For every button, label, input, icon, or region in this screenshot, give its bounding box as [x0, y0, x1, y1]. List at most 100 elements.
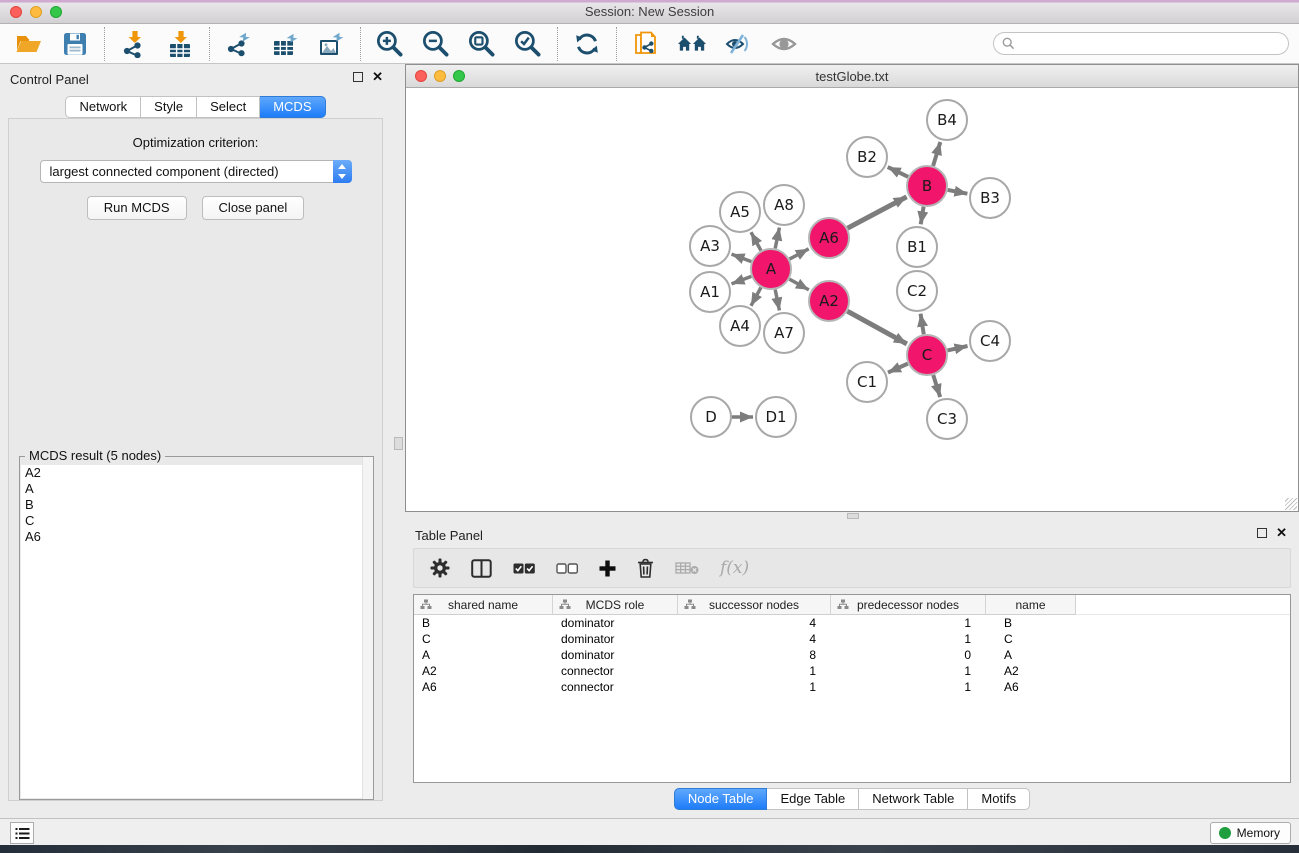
graph-edge-A6-B[interactable]	[848, 197, 907, 228]
network-canvas[interactable]: B4B2BB3A8A5A6A3B1AA1C2A2A4A7C4CC1DD1C3	[406, 88, 1298, 511]
import-table-icon[interactable]	[165, 29, 195, 59]
table-row[interactable]: Bdominator41B	[414, 615, 1290, 631]
graph-edge-A-A1[interactable]	[732, 276, 752, 283]
graph-edge-A-A5[interactable]	[751, 232, 761, 250]
function-builder-icon[interactable]: f(x)	[720, 558, 749, 578]
graph-edge-A-A3[interactable]	[732, 254, 752, 261]
cell-MCDS-role[interactable]: dominator	[553, 647, 678, 663]
table-row[interactable]: Cdominator41C	[414, 631, 1290, 647]
cell-MCDS-role[interactable]: dominator	[553, 631, 678, 647]
export-network-icon[interactable]	[224, 29, 254, 59]
cell-predecessor-nodes[interactable]: 1	[831, 615, 986, 631]
cell-shared-name[interactable]: A2	[414, 663, 553, 679]
save-session-icon[interactable]	[60, 29, 90, 59]
tab-style[interactable]: Style	[141, 96, 197, 118]
zoom-out-icon[interactable]	[421, 29, 451, 59]
result-item-B[interactable]: B	[21, 497, 372, 513]
tab-node-table[interactable]: Node Table	[674, 788, 768, 810]
run-mcds-button[interactable]: Run MCDS	[87, 196, 187, 220]
export-table-icon[interactable]	[270, 29, 300, 59]
network-window-titlebar[interactable]: testGlobe.txt	[406, 65, 1298, 88]
window-resize-grip[interactable]	[1285, 498, 1297, 510]
tab-network[interactable]: Network	[65, 96, 141, 118]
float-table-panel-icon[interactable]	[1257, 528, 1267, 538]
hide-graphics-details-icon[interactable]	[723, 29, 753, 59]
open-file-icon[interactable]	[14, 29, 44, 59]
search-box[interactable]	[993, 32, 1289, 55]
cell-predecessor-nodes[interactable]: 1	[831, 679, 986, 695]
vertical-split-handle[interactable]	[394, 437, 403, 450]
select-all-checkboxes-icon[interactable]	[513, 563, 535, 574]
tab-select[interactable]: Select	[197, 96, 260, 118]
zoom-fit-icon[interactable]	[467, 29, 497, 59]
result-item-C[interactable]: C	[21, 513, 372, 529]
cell-successor-nodes[interactable]: 1	[678, 663, 831, 679]
memory-button[interactable]: Memory	[1210, 822, 1291, 844]
table-row[interactable]: A2connector11A2	[414, 663, 1290, 679]
cell-name[interactable]: C	[986, 631, 1076, 647]
graph-edge-A-A2[interactable]	[789, 279, 808, 290]
result-scrollbar[interactable]	[362, 457, 373, 799]
column-browser-icon[interactable]	[471, 559, 492, 578]
horizontal-split-handle[interactable]	[847, 513, 859, 519]
zoom-in-icon[interactable]	[375, 29, 405, 59]
delete-column-icon[interactable]	[637, 558, 654, 578]
delete-table-icon[interactable]	[675, 561, 699, 575]
graph-edge-C-C2[interactable]	[921, 314, 924, 335]
search-input[interactable]	[1020, 37, 1280, 51]
graph-edge-C-C1[interactable]	[888, 364, 908, 373]
cell-name[interactable]: A6	[986, 679, 1076, 695]
graph-edge-B-B1[interactable]	[921, 207, 924, 225]
tab-network-table[interactable]: Network Table	[859, 788, 968, 810]
close-table-panel-icon[interactable]: ✕	[1276, 528, 1287, 538]
mcds-result-list[interactable]: A2ABCA6	[21, 465, 372, 798]
tab-motifs[interactable]: Motifs	[968, 788, 1030, 810]
cell-successor-nodes[interactable]: 8	[678, 647, 831, 663]
column-header-name[interactable]: name	[986, 595, 1076, 615]
tab-mcds[interactable]: MCDS	[260, 96, 325, 118]
graph-edge-A-A8[interactable]	[775, 228, 779, 249]
close-panel-icon[interactable]: ✕	[372, 72, 383, 82]
cell-name[interactable]: A	[986, 647, 1076, 663]
graph-edge-A2-C[interactable]	[847, 311, 906, 344]
result-item-A[interactable]: A	[21, 481, 372, 497]
export-image-icon[interactable]	[316, 29, 346, 59]
refresh-icon[interactable]	[572, 29, 602, 59]
cell-shared-name[interactable]: B	[414, 615, 553, 631]
cell-shared-name[interactable]: A6	[414, 679, 553, 695]
column-header-MCDS-role[interactable]: MCDS role	[553, 595, 678, 615]
graph-edge-B-B3[interactable]	[948, 190, 968, 194]
table-row[interactable]: Adominator80A	[414, 647, 1290, 663]
graph-edge-A-A6[interactable]	[790, 249, 809, 259]
cell-MCDS-role[interactable]: connector	[553, 679, 678, 695]
close-panel-button[interactable]: Close panel	[202, 196, 305, 220]
graph-edge-B-B2[interactable]	[888, 167, 908, 177]
table-row[interactable]: A6connector11A6	[414, 679, 1290, 695]
cell-successor-nodes[interactable]: 4	[678, 615, 831, 631]
tab-edge-table[interactable]: Edge Table	[767, 788, 859, 810]
cell-name[interactable]: B	[986, 615, 1076, 631]
zoom-selected-icon[interactable]	[513, 29, 543, 59]
cell-shared-name[interactable]: C	[414, 631, 553, 647]
graph-edge-B-B4[interactable]	[933, 142, 940, 166]
optimization-criterion-dropdown[interactable]: largest connected component (directed)	[40, 160, 352, 183]
task-history-button[interactable]	[10, 822, 34, 844]
result-item-A6[interactable]: A6	[21, 529, 372, 545]
table-options-gear-icon[interactable]	[430, 558, 450, 578]
cell-name[interactable]: A2	[986, 663, 1076, 679]
import-network-icon[interactable]	[119, 29, 149, 59]
cell-successor-nodes[interactable]: 1	[678, 679, 831, 695]
deselect-all-checkboxes-icon[interactable]	[556, 563, 578, 574]
cell-MCDS-role[interactable]: connector	[553, 663, 678, 679]
float-panel-icon[interactable]	[353, 72, 363, 82]
graph-edge-A-A7[interactable]	[775, 290, 779, 311]
cell-predecessor-nodes[interactable]: 1	[831, 631, 986, 647]
graph-edge-C-C3[interactable]	[933, 375, 940, 397]
cell-successor-nodes[interactable]: 4	[678, 631, 831, 647]
column-header-successor-nodes[interactable]: successor nodes	[678, 595, 831, 615]
show-graphics-details-icon[interactable]	[769, 29, 799, 59]
column-header-predecessor-nodes[interactable]: predecessor nodes	[831, 595, 986, 615]
cell-shared-name[interactable]: A	[414, 647, 553, 663]
first-neighbors-icon[interactable]	[677, 29, 707, 59]
column-header-shared-name[interactable]: shared name	[414, 595, 553, 615]
